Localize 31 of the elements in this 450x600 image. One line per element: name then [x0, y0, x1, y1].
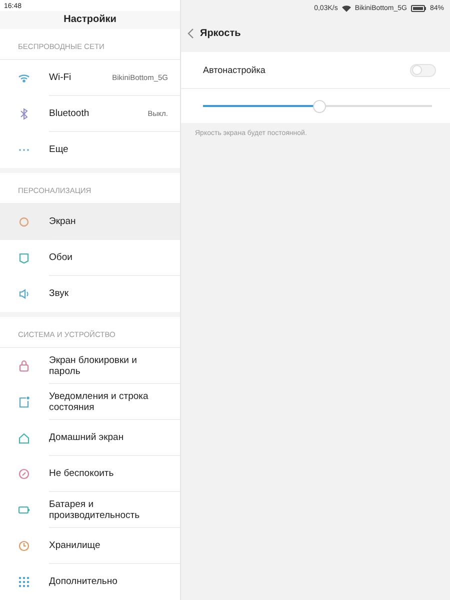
lock-icon: [18, 360, 30, 372]
page-title: Яркость: [200, 28, 241, 38]
clock-icon: [18, 540, 30, 552]
speaker-icon: [18, 288, 30, 300]
item-label: Не беспокоить: [49, 468, 115, 479]
back-button[interactable]: [187, 28, 194, 38]
item-label: Обои: [49, 252, 74, 263]
battery-icon: [410, 4, 426, 12]
item-label: Wi-Fi: [49, 72, 72, 83]
item-label: Еще: [49, 144, 70, 155]
item-label: Звук: [49, 288, 70, 299]
notification-icon: [18, 396, 30, 408]
wifi-icon: [18, 72, 30, 84]
home-icon: [18, 432, 30, 444]
sidebar-title: Настройки: [64, 14, 116, 26]
item-label: Bluetooth: [49, 108, 90, 119]
auto-brightness-label: Автонастройка: [203, 65, 266, 75]
settings-item[interactable]: Экран: [0, 204, 180, 240]
item-label: Хранилище: [49, 540, 102, 551]
item-label: Экран: [49, 216, 77, 227]
item-label: Батарея и производительность: [49, 498, 141, 520]
item-label: Экран блокировки и пароль: [49, 354, 138, 376]
bluetooth-icon: [18, 108, 30, 120]
slider-thumb[interactable]: [312, 100, 326, 112]
auto-brightness-toggle[interactable]: [410, 64, 436, 76]
battery-icon: [18, 504, 30, 516]
item-label: Домашний экран: [49, 432, 125, 443]
wifi-icon: [342, 4, 351, 12]
item-label: Уведомления и строка состояния: [49, 390, 150, 412]
grid-icon: [18, 576, 30, 588]
item-label: Дополнительно: [49, 576, 118, 587]
